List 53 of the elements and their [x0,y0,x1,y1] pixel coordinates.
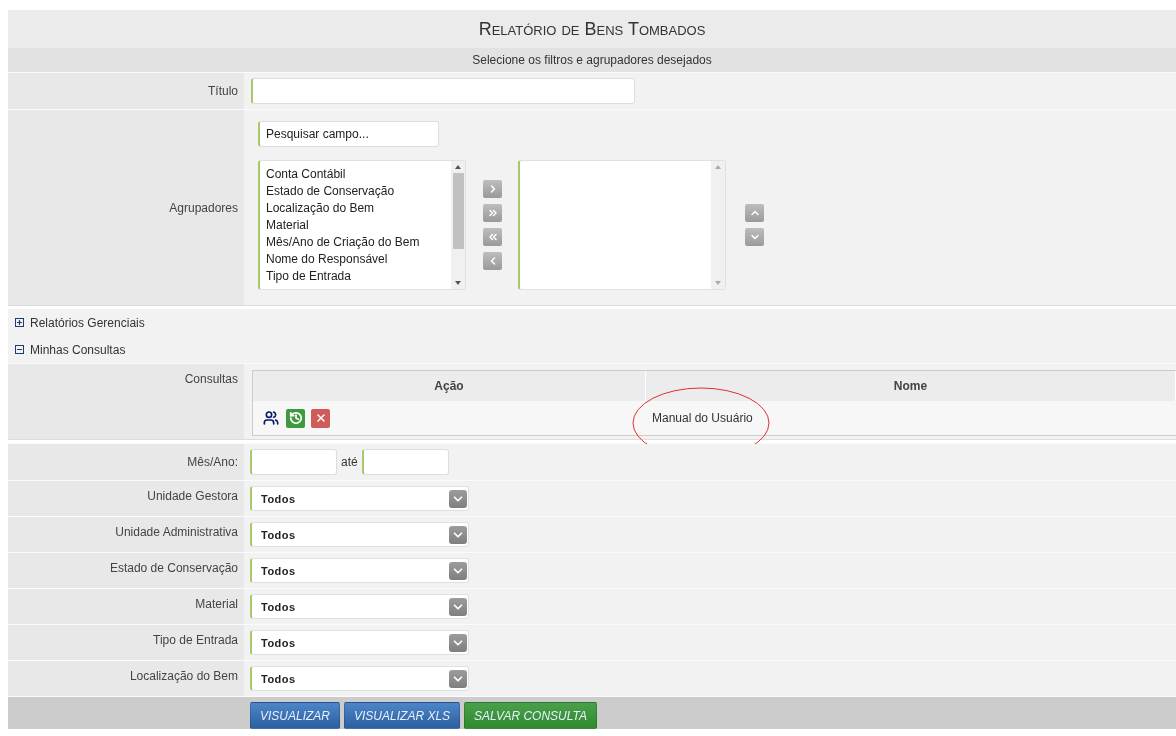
field-label: Localização do Bem [129,669,238,683]
field-label: Título [208,84,238,98]
expand-icon[interactable] [15,318,24,327]
dropdown[interactable]: Todos [250,486,469,511]
chevron-down-icon[interactable] [449,525,467,544]
field-label: Estado de Conservação [109,561,238,575]
available-fields-list[interactable]: Conta Contábil Estado de Conservação Localização do Bem Material Mês/Ano de Criação do Bem Nome do Responsável Tipo de Entrada [258,160,466,290]
dropdown[interactable]: Todos [250,558,469,583]
list-option[interactable]: Mês/Ano de Criação do Bem [266,234,445,251]
dropdown[interactable]: Todos [250,666,469,691]
chevron-down-icon[interactable] [449,489,467,508]
list-option[interactable]: Localização do Bem [266,200,445,217]
range-separator: até [341,455,358,469]
report-title: Relatório de Bens Tombados [478,18,706,40]
list-option[interactable]: Conta Contábil [266,166,445,183]
dropdown[interactable]: Todos [250,522,469,547]
title-input[interactable] [251,78,635,104]
date-input[interactable] [361,449,449,475]
section-toggle[interactable]: Relatórios Gerenciais [30,315,145,330]
chevron-down-icon[interactable] [449,633,467,652]
delete-icon[interactable] [311,408,330,428]
action-button[interactable]: VISUALIZAR [250,702,341,729]
table-cell: Manual do Usuário [652,411,753,425]
collapse-icon[interactable] [15,345,24,354]
column-header: Nome [646,371,1176,401]
field-label: Consultas [184,372,238,386]
action-button[interactable]: VISUALIZAR XLS [344,702,461,729]
list-option[interactable]: Material [266,217,445,234]
users-icon[interactable] [261,408,280,428]
scroll-up-icon[interactable] [455,165,461,169]
field-label: Agrupadores [169,200,238,215]
field-label: Unidade Gestora [147,489,238,503]
dropdown[interactable]: Todos [250,630,469,655]
selected-fields-list[interactable] [518,160,726,290]
list-option[interactable]: Tipo de Entrada [266,268,445,285]
scroll-down-icon[interactable] [455,281,461,285]
column-header: Ação [253,371,646,401]
subtitle: Selecione os filtros e agrupadores desejados [472,53,712,67]
list-option[interactable]: Nome do Responsável [266,251,445,268]
field-label: Material [195,597,238,611]
chevron-down-icon[interactable] [449,597,467,616]
dropdown[interactable]: Todos [250,594,469,619]
chevron-down-icon[interactable] [449,561,467,580]
date-input[interactable] [250,449,337,475]
list-option[interactable]: Estado de Conservação [266,183,445,200]
section-toggle[interactable]: Minhas Consultas [30,342,126,357]
field-label: Tipo de Entrada [153,633,238,647]
history-icon[interactable] [286,408,305,428]
search-field[interactable]: Pesquisar campo... [258,121,439,147]
field-label: Unidade Administrativa [115,525,238,539]
field-label: Mês/Ano: [187,455,238,469]
chevron-down-icon[interactable] [449,669,467,688]
scrollbar[interactable] [451,161,465,289]
